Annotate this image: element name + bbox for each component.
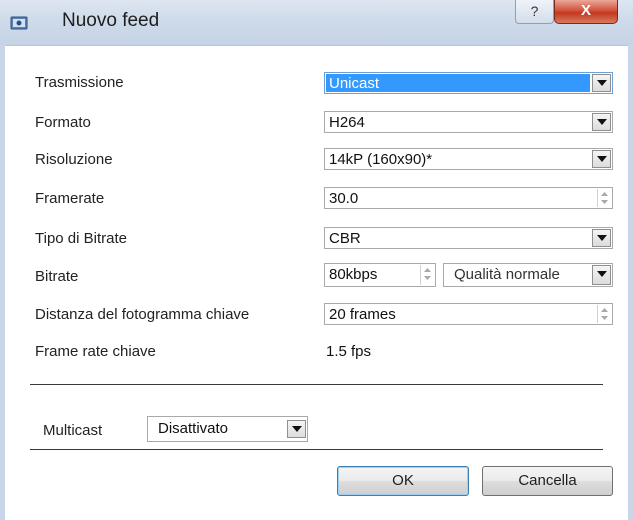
trasmissione-value: Unicast	[329, 75, 380, 92]
multicast-select[interactable]: Disattivato	[147, 416, 308, 442]
chevron-down-icon	[597, 235, 607, 241]
risoluzione-select[interactable]: 14kP (160x90)*	[324, 148, 613, 170]
bitrate-spinner[interactable]	[420, 265, 434, 285]
framerate-value: 30.0	[329, 190, 359, 207]
formato-label: Formato	[35, 114, 91, 131]
risoluzione-value: 14kP (160x90)*	[329, 151, 433, 168]
dialog-content: Trasmissione Unicast Formato H264 Risolu…	[5, 46, 628, 520]
risoluzione-label: Risoluzione	[35, 151, 113, 168]
formato-value: H264	[329, 114, 365, 131]
ok-button[interactable]: OK	[337, 466, 469, 496]
qualita-select[interactable]: Qualità normale	[443, 263, 613, 287]
distanza-label: Distanza del fotogramma chiave	[35, 306, 250, 323]
window-frame-right	[628, 45, 633, 520]
window-title: Nuovo feed	[62, 10, 160, 31]
formato-select[interactable]: H264	[324, 111, 613, 133]
framerate-spinbox[interactable]: 30.0	[324, 187, 613, 209]
title-bar: Nuovo feed ? X	[0, 0, 633, 46]
bitrate-value: 80kbps	[329, 266, 378, 283]
distanza-spinbox[interactable]: 20 frames	[324, 303, 613, 325]
distanza-value: 20 frames	[329, 306, 396, 323]
separator	[30, 449, 603, 450]
close-button[interactable]: X	[554, 0, 618, 24]
qualita-dropdown-button[interactable]	[592, 265, 611, 285]
bitrate-label: Bitrate	[35, 268, 79, 285]
qualita-value: Qualità normale	[454, 266, 560, 283]
spin-down-icon[interactable]	[600, 314, 609, 322]
tipo-bitrate-value: CBR	[329, 230, 361, 247]
tipo-bitrate-select[interactable]: CBR	[324, 227, 613, 249]
spin-up-icon[interactable]	[423, 266, 432, 274]
help-button[interactable]: ?	[515, 0, 554, 24]
separator	[30, 384, 603, 385]
multicast-dropdown-button[interactable]	[287, 420, 306, 438]
chevron-down-icon	[292, 426, 302, 432]
framerate-label: Framerate	[35, 190, 105, 207]
spin-down-icon[interactable]	[423, 274, 432, 282]
multicast-label: Multicast	[43, 422, 103, 439]
spin-up-icon[interactable]	[600, 306, 609, 314]
multicast-value: Disattivato	[158, 420, 229, 437]
formato-dropdown-button[interactable]	[592, 113, 611, 131]
tipo-bitrate-dropdown-button[interactable]	[592, 229, 611, 247]
chevron-down-icon	[597, 156, 607, 162]
risoluzione-dropdown-button[interactable]	[592, 150, 611, 168]
trasmissione-dropdown-button[interactable]	[592, 74, 611, 92]
distanza-spinner[interactable]	[597, 305, 611, 323]
chevron-down-icon	[597, 80, 607, 86]
trasmissione-select[interactable]: Unicast	[324, 72, 613, 94]
app-icon	[10, 14, 28, 32]
frame-rate-chiave-label: Frame rate chiave	[35, 343, 156, 360]
cancel-button[interactable]: Cancella	[482, 466, 613, 496]
spin-up-icon[interactable]	[600, 190, 609, 198]
chevron-down-icon	[597, 119, 607, 125]
framerate-spinner[interactable]	[597, 189, 611, 207]
trasmissione-label: Trasmissione	[35, 74, 124, 91]
frame-rate-chiave-value: 1.5 fps	[326, 343, 372, 360]
chevron-down-icon	[597, 271, 607, 277]
bitrate-spinbox[interactable]: 80kbps	[324, 263, 436, 287]
spin-down-icon[interactable]	[600, 198, 609, 206]
tipo-bitrate-label: Tipo di Bitrate	[35, 230, 127, 247]
